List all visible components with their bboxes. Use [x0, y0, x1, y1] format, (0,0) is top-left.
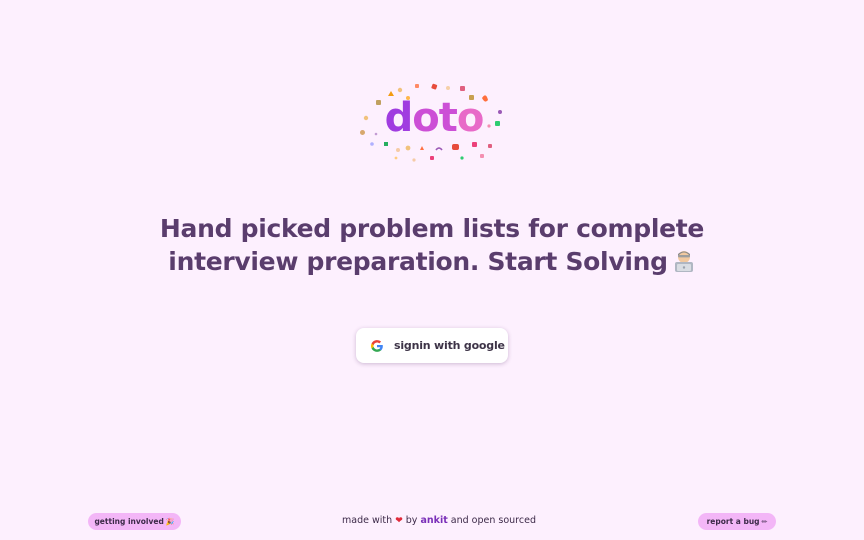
open-sourced-text: and open sourced: [450, 515, 536, 526]
footer-credits: made with ❤ by ankit and open sourced: [280, 515, 598, 526]
landing-page: doto Hand picked problem lists for compl…: [0, 0, 864, 540]
logo-letter-d: d: [384, 95, 414, 141]
google-icon: [370, 339, 383, 352]
heart-icon: ❤: [395, 516, 403, 526]
author-link[interactable]: ankit: [420, 515, 447, 526]
hero-line-1: Hand picked problem lists for complete: [159, 214, 705, 243]
signin-button-label: signin with google: [394, 339, 505, 352]
hero-line-2: interview preparation. Start Solving: [168, 247, 668, 276]
getting-involved-button[interactable]: getting involved 🎉: [88, 513, 181, 530]
logo-letter-o-2: o: [456, 95, 485, 141]
made-with-text: made with: [342, 515, 393, 526]
report-bug-label: report a bug: [706, 517, 760, 526]
pencil-icon: ✏: [761, 517, 768, 526]
by-text: by: [405, 515, 418, 526]
hero-line-2-wrap: interview preparation. Start Solving: [120, 245, 744, 278]
getting-involved-label: getting involved: [94, 517, 164, 526]
logo-wordmark: doto: [352, 94, 516, 142]
report-bug-button[interactable]: report a bug ✏: [698, 513, 776, 530]
technologist-emoji-icon: [674, 251, 693, 272]
doto-logo: doto: [352, 78, 516, 170]
party-popper-icon: 🎉: [165, 517, 175, 526]
logo-letter-t: t: [438, 95, 458, 141]
logo-letter-o: o: [412, 95, 440, 141]
hero-headline: Hand picked problem lists for complete i…: [120, 212, 744, 278]
signin-with-google-button[interactable]: signin with google: [356, 328, 508, 363]
